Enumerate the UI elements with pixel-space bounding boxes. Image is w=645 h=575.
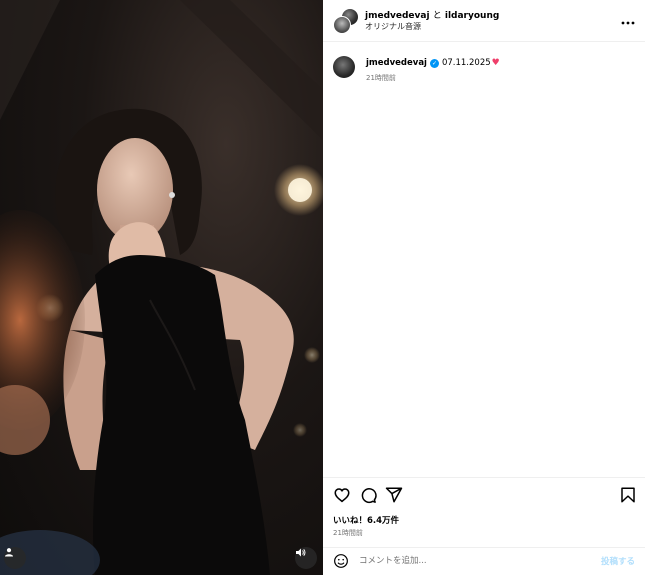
post-timestamp[interactable]: 21時間前 — [333, 528, 363, 538]
caption-line: jmedvedevaj ✓ 07.11.2025 ♥ — [366, 58, 500, 68]
caption-text: 07.11.2025 — [441, 58, 491, 68]
post-media[interactable] — [0, 0, 323, 575]
bookmark-icon[interactable] — [619, 486, 637, 504]
caption-timestamp[interactable]: 21時間前 — [366, 73, 396, 83]
post-comment-button[interactable]: 投稿する — [601, 555, 635, 567]
post-side-panel: jmedvedevaj と ildaryoung オリジナル音源 jmedved… — [323, 0, 645, 575]
comment-bar: 投稿する — [323, 547, 645, 575]
pink-heart-emoji: ♥ — [491, 58, 500, 68]
speaker-icon — [296, 548, 306, 557]
audio-toggle-button[interactable] — [295, 547, 317, 569]
caption-username[interactable]: jmedvedevaj — [366, 58, 427, 68]
comment-icon[interactable] — [359, 486, 377, 504]
likes-count[interactable]: いいね！6.4万件 — [333, 514, 399, 526]
conjunction-text: と — [432, 11, 442, 21]
verified-badge-icon: ✓ — [429, 58, 439, 68]
avatar[interactable] — [333, 56, 355, 78]
action-bar: いいね！6.4万件 21時間前 — [323, 477, 645, 547]
heart-icon[interactable] — [333, 486, 351, 504]
post-header: jmedvedevaj と ildaryoung オリジナル音源 — [323, 0, 645, 42]
more-options-icon[interactable] — [621, 14, 635, 28]
audio-link[interactable]: オリジナル音源 — [365, 21, 421, 32]
collab-avatars[interactable] — [333, 8, 359, 34]
photo-illustration — [0, 0, 323, 575]
send-icon[interactable] — [385, 486, 403, 504]
avatar[interactable] — [333, 16, 351, 34]
username-link[interactable]: jmedvedevaj — [365, 11, 430, 21]
caption-section: jmedvedevaj ✓ 07.11.2025 ♥ 21時間前 — [323, 42, 645, 477]
user-icon — [5, 548, 13, 557]
comment-input[interactable] — [359, 553, 589, 569]
tagged-users-button[interactable] — [4, 547, 26, 569]
username-link[interactable]: ildaryoung — [445, 11, 499, 21]
emoji-icon[interactable] — [333, 553, 349, 569]
collab-names: jmedvedevaj と ildaryoung — [365, 8, 499, 21]
